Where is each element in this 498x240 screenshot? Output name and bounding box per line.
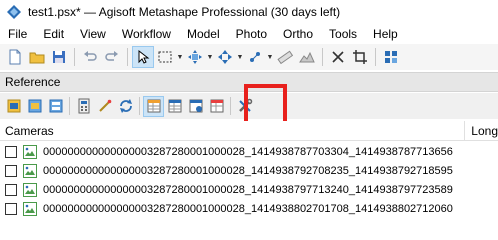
undo-button[interactable]	[79, 46, 101, 68]
view-source-button[interactable]	[143, 95, 164, 117]
draw-dropdown-arrow[interactable]: ▼	[266, 46, 274, 68]
export-reference-button[interactable]	[24, 96, 45, 117]
toolbar-separator	[230, 97, 231, 115]
menu-workflow[interactable]: Workflow	[114, 24, 179, 44]
close-icon	[332, 51, 344, 63]
view-variance-button[interactable]	[206, 96, 227, 117]
toolbar-separator	[322, 48, 323, 66]
camera-label: 000000000000000003287280001000028_141493…	[43, 164, 453, 177]
estimate-button[interactable]	[94, 96, 115, 117]
selection-dropdown-arrow[interactable]: ▼	[176, 46, 184, 68]
export-icon	[28, 99, 41, 113]
photo-icon	[23, 144, 37, 159]
table-row[interactable]: 000000000000000003287280001000028_141493…	[0, 161, 498, 180]
camera-label: 000000000000000003287280001000028_141493…	[43, 202, 453, 215]
menu-edit[interactable]: Edit	[35, 24, 72, 44]
move-region-icon	[188, 50, 202, 64]
update-button[interactable]	[115, 96, 136, 117]
toolbar-separator	[74, 48, 75, 66]
redo-button[interactable]	[101, 46, 123, 68]
menu-tools[interactable]: Tools	[321, 24, 365, 44]
photo-icon	[23, 182, 37, 197]
folder-open-icon	[29, 52, 45, 64]
column-header-cameras[interactable]: Cameras	[0, 120, 466, 141]
move-object-dropdown-arrow[interactable]: ▼	[236, 46, 244, 68]
move-object-icon	[218, 50, 232, 64]
terrain-profile-button[interactable]	[296, 46, 318, 68]
toolbar-separator	[375, 48, 376, 66]
row-checkbox[interactable]	[5, 202, 17, 215]
menu-ortho[interactable]: Ortho	[275, 24, 321, 44]
menu-photo[interactable]: Photo	[228, 24, 275, 44]
ruler-button[interactable]	[274, 46, 296, 68]
window-title: test1.psx* — Agisoft Metashape Professio…	[28, 5, 341, 19]
grid-icon	[385, 51, 397, 63]
rectangle-selection-button[interactable]	[154, 46, 176, 68]
terrain-profile-icon	[299, 51, 315, 63]
menu-view[interactable]: View	[72, 24, 114, 44]
menu-help[interactable]: Help	[365, 24, 406, 44]
panel-title: Reference	[5, 75, 61, 89]
calculator-icon	[78, 98, 89, 114]
cameras-table-body: 000000000000000003287280001000028_141493…	[0, 142, 498, 218]
metashape-app-icon	[7, 5, 21, 19]
highlight-annotation	[244, 84, 287, 125]
title-bar: test1.psx* — Agisoft Metashape Professio…	[0, 0, 498, 24]
wand-icon	[98, 99, 111, 112]
view-estimated-button[interactable]	[164, 96, 185, 117]
rotate-object-button[interactable]	[380, 46, 402, 68]
view-errors-button[interactable]	[185, 96, 206, 117]
new-document-icon	[9, 49, 21, 65]
table-row[interactable]: 000000000000000003287280001000028_141493…	[0, 199, 498, 218]
table-variance-icon	[210, 99, 223, 113]
toolbar-separator	[139, 97, 140, 115]
row-checkbox[interactable]	[5, 164, 17, 177]
draw-point-icon	[250, 52, 260, 62]
crop-icon	[353, 50, 367, 64]
open-button[interactable]	[26, 46, 48, 68]
save-button[interactable]	[48, 46, 70, 68]
import-icon	[7, 99, 20, 113]
menu-file[interactable]: File	[0, 24, 35, 44]
table-row[interactable]: 000000000000000003287280001000028_141493…	[0, 142, 498, 161]
convert-icon	[49, 99, 62, 113]
menu-bar: File Edit View Workflow Model Photo Orth…	[0, 24, 498, 44]
column-header-long[interactable]: Long	[465, 121, 498, 141]
convert-reference-button[interactable]	[45, 96, 66, 117]
rectangle-selection-icon	[158, 51, 172, 63]
camera-label: 000000000000000003287280001000028_141493…	[43, 183, 453, 196]
undo-icon	[84, 51, 97, 61]
new-document-button[interactable]	[4, 46, 26, 68]
camera-label: 000000000000000003287280001000028_141493…	[43, 145, 453, 158]
toolbar-separator	[127, 48, 128, 66]
cursor-icon	[138, 49, 150, 64]
row-checkbox[interactable]	[5, 145, 17, 158]
photo-icon	[23, 163, 37, 178]
move-region-dropdown-arrow[interactable]: ▼	[206, 46, 214, 68]
table-source-icon	[147, 99, 160, 113]
draw-point-button[interactable]	[244, 46, 266, 68]
main-toolbar: ▼ ▼ ▼ ▼	[0, 44, 498, 70]
navigation-button[interactable]	[132, 46, 154, 68]
toolbar-separator	[69, 97, 70, 115]
menu-model[interactable]: Model	[179, 24, 228, 44]
ruler-icon	[277, 50, 293, 65]
refresh-icon	[119, 99, 132, 113]
save-icon	[53, 51, 65, 63]
crop-selection-button[interactable]	[349, 46, 371, 68]
move-region-button[interactable]	[184, 46, 206, 68]
redo-icon	[105, 51, 118, 61]
table-errors-icon	[189, 99, 202, 113]
photo-icon	[23, 201, 37, 216]
delete-selection-button[interactable]	[327, 46, 349, 68]
table-row[interactable]: 000000000000000003287280001000028_141493…	[0, 180, 498, 199]
row-checkbox[interactable]	[5, 183, 17, 196]
import-reference-button[interactable]	[3, 96, 24, 117]
calculator-button[interactable]	[73, 96, 94, 117]
cameras-table-header: Cameras Long	[0, 120, 498, 141]
move-object-button[interactable]	[214, 46, 236, 68]
table-estimated-icon	[168, 99, 181, 113]
